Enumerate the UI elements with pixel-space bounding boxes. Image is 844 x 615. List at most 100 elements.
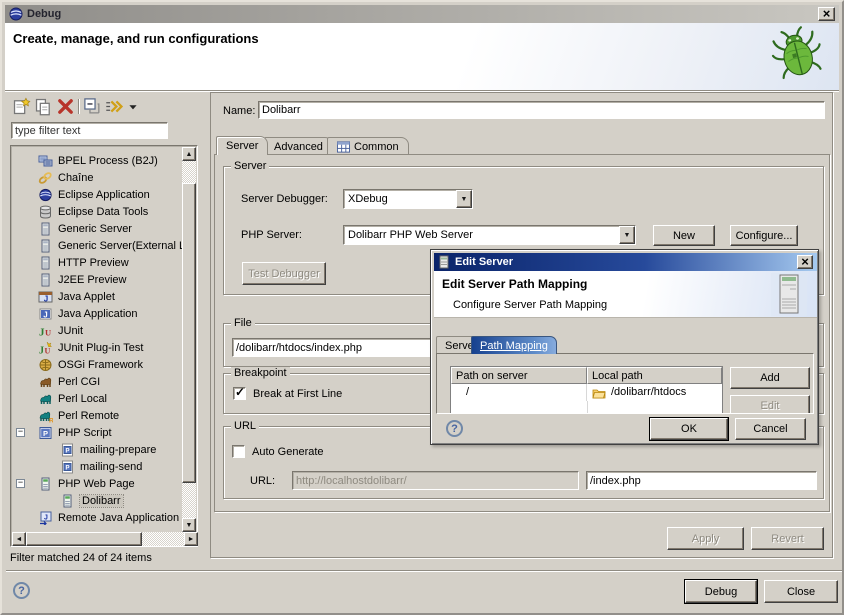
auto-generate-checkbox[interactable] <box>232 445 245 458</box>
tree-item-chaine[interactable]: Chaîne <box>12 169 183 186</box>
tree-item-bpel-process[interactable]: BPEL Process (B2J) <box>12 152 183 169</box>
dialog-close-button[interactable]: × <box>797 255 813 269</box>
tree-vertical-scrollbar[interactable]: ▲ ▼ <box>182 147 196 532</box>
revert-button: Revert <box>751 527 824 550</box>
toolbar-menu-dropdown[interactable] <box>127 98 139 116</box>
scroll-right-arrow-icon[interactable]: ► <box>184 532 198 546</box>
edit-mapping-button: Edit <box>730 395 810 414</box>
debug-button[interactable]: Debug <box>685 580 757 603</box>
dialog-banner-subtitle: Configure Server Path Mapping <box>453 299 607 311</box>
dialog-tab-path-mapping[interactable]: Path Mapping <box>471 336 557 354</box>
combo-dropdown-icon[interactable] <box>619 226 635 244</box>
toolbar-separator <box>78 99 80 114</box>
tree-item-perl-remote[interactable]: RPerl Remote <box>12 407 183 424</box>
filter-status: Filter matched 24 of 24 items <box>10 552 152 564</box>
scroll-left-arrow-icon[interactable]: ◄ <box>12 532 26 546</box>
server-debugger-combo[interactable]: XDebug <box>343 189 473 209</box>
dialog-titlebar[interactable]: Edit Server × <box>434 253 817 271</box>
tree-item-generic-server[interactable]: Generic Server <box>12 220 183 237</box>
tab-server[interactable]: Server <box>216 136 268 155</box>
php-server-combo[interactable]: Dolibarr PHP Web Server <box>343 225 636 245</box>
perl-local-icon <box>38 392 53 406</box>
tree-item-php-web-page[interactable]: PHP Web Page <box>12 475 183 492</box>
server-icon <box>38 239 53 253</box>
window-title: Debug <box>27 8 61 20</box>
scroll-up-arrow-icon[interactable]: ▲ <box>182 147 196 161</box>
test-debugger-button: Test Debugger <box>242 262 326 285</box>
tree-item-http-preview[interactable]: HTTP Preview <box>12 254 183 271</box>
tree-item-remote-java-application[interactable]: JRemote Java Application <box>12 509 183 526</box>
php-file-icon: P <box>60 443 75 457</box>
help-button[interactable]: ? <box>13 582 30 599</box>
database-icon <box>38 205 53 219</box>
column-header-local-path[interactable]: Local path <box>587 367 722 384</box>
cancel-button[interactable]: Cancel <box>735 418 806 440</box>
junit-plugin-icon: JU <box>38 341 53 355</box>
add-mapping-button[interactable]: Add <box>730 367 810 389</box>
tree-horizontal-scrollbar[interactable]: ◄ ► <box>12 532 198 546</box>
tree-item-dolibarr[interactable]: Dolibarr <box>12 492 183 509</box>
tree-item-perl-cgi[interactable]: Perl CGI <box>12 373 183 390</box>
table-icon <box>337 141 350 153</box>
vertical-scroll-thumb[interactable] <box>182 183 196 483</box>
break-first-line-label: Break at First Line <box>253 388 342 400</box>
apply-button: Apply <box>667 527 744 550</box>
osgi-icon <box>38 358 53 372</box>
remote-java-icon: J <box>38 511 53 525</box>
breakpoint-group-legend: Breakpoint <box>231 367 290 380</box>
tree-item-perl-local[interactable]: Perl Local <box>12 390 183 407</box>
tree-item-junit-plugin-test[interactable]: JUJUnit Plug-in Test <box>12 339 183 356</box>
tree-item-java-application[interactable]: JJava Application <box>12 305 183 322</box>
collapse-expander-icon[interactable] <box>16 479 25 488</box>
auto-generate-label: Auto Generate <box>252 446 324 458</box>
name-input[interactable] <box>259 102 824 118</box>
svg-text:U: U <box>45 327 51 337</box>
filter-launch-configs-button[interactable] <box>105 98 124 116</box>
php-server-label: PHP Server: <box>241 229 302 241</box>
tree-item-generic-server-external[interactable]: Generic Server(External La <box>12 237 183 254</box>
url-path-input[interactable] <box>587 472 816 489</box>
tree-item-junit[interactable]: JUJUnit <box>12 322 183 339</box>
close-button[interactable]: Close <box>764 580 838 603</box>
tree-item-php-script[interactable]: PPHP Script <box>12 424 183 441</box>
bpel-process-icon <box>38 154 53 168</box>
scroll-down-arrow-icon[interactable]: ▼ <box>182 518 196 532</box>
banner: Create, manage, and run configurations <box>5 23 839 90</box>
new-launch-config-button[interactable] <box>12 98 31 116</box>
tree-item-eclipse-data-tools[interactable]: Eclipse Data Tools <box>12 203 183 220</box>
window-titlebar[interactable]: Debug × <box>5 5 839 23</box>
php-file-icon: P <box>60 460 75 474</box>
horizontal-scroll-thumb[interactable] <box>26 532 142 546</box>
combo-dropdown-icon[interactable] <box>456 190 472 208</box>
eclipse-logo-icon <box>9 7 23 21</box>
collapse-expander-icon[interactable] <box>16 428 25 437</box>
junit-icon: JU <box>38 324 53 338</box>
footer-separator <box>6 570 842 571</box>
name-input-wrap <box>258 101 825 119</box>
launch-config-tree: BPEL Process (B2J) Chaîne Eclipse Applic… <box>10 145 198 547</box>
break-first-line-checkbox[interactable] <box>233 387 246 400</box>
new-server-button[interactable]: New <box>653 225 715 246</box>
url-base-input <box>293 472 578 489</box>
column-header-path-on-server[interactable]: Path on server <box>451 367 587 384</box>
window-close-button[interactable]: × <box>818 7 835 21</box>
tree-item-j2ee-preview[interactable]: J2EE Preview <box>12 271 183 288</box>
table-row[interactable]: / /dolibarr/htdocs <box>451 384 722 401</box>
svg-text:J: J <box>44 294 48 303</box>
php-script-icon: P <box>38 426 53 440</box>
dialog-help-button[interactable]: ? <box>446 420 463 437</box>
tree-item-osgi-framework[interactable]: OSGi Framework <box>12 356 183 373</box>
duplicate-launch-config-button[interactable] <box>34 98 53 116</box>
php-server-value: Dolibarr PHP Web Server <box>344 226 619 244</box>
ok-button[interactable]: OK <box>650 418 728 440</box>
tree-item-eclipse-application[interactable]: Eclipse Application <box>12 186 183 203</box>
configure-server-button[interactable]: Configure... <box>730 225 798 246</box>
tree-item-mailing-send[interactable]: Pmailing-send <box>12 458 183 475</box>
svg-text:J: J <box>44 514 48 521</box>
filter-input[interactable] <box>12 123 167 138</box>
tree-item-java-applet[interactable]: JJava Applet <box>12 288 183 305</box>
tree-item-mailing-prepare[interactable]: Pmailing-prepare <box>12 441 183 458</box>
collapse-all-button[interactable] <box>83 98 102 116</box>
server-titlebar-icon <box>438 255 450 269</box>
delete-launch-config-button[interactable] <box>56 98 75 116</box>
